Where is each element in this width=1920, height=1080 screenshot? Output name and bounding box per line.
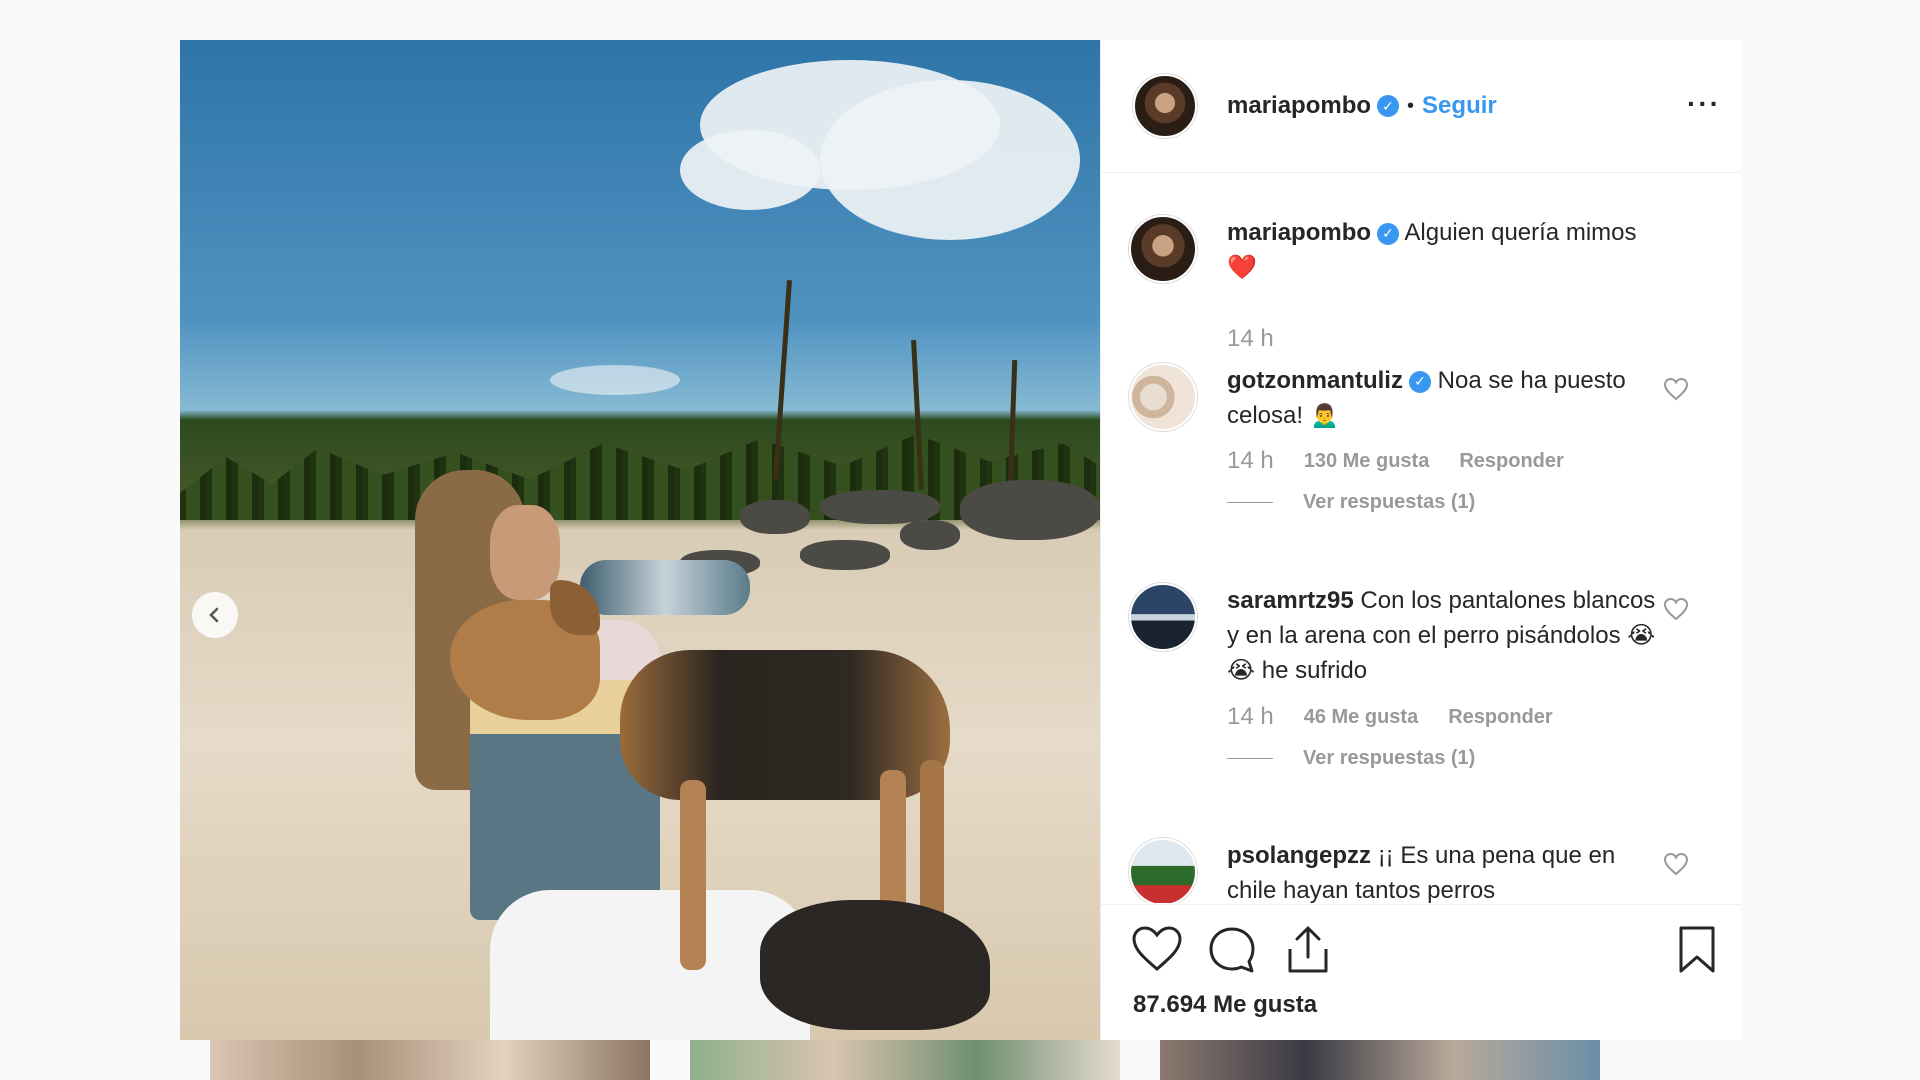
comment-body: gotzonmantuliz ✓ Noa se ha puesto celosa!… [1227, 363, 1657, 433]
person-face [490, 505, 560, 600]
header-username[interactable]: mariapombo [1227, 92, 1371, 120]
verified-badge-icon: ✓ [1377, 95, 1400, 117]
view-replies-label: Ver respuestas (1) [1303, 747, 1476, 769]
view-replies-label: Ver respuestas (1) [1303, 491, 1476, 513]
rock [900, 520, 960, 550]
caption-meta: 14 h [1227, 325, 1274, 353]
comment-body: saramrtz95 Con los pantalones blancos y … [1227, 583, 1657, 688]
caption-username[interactable]: mariapombo [1227, 219, 1371, 246]
caption-text: Alguien quería mimos [1404, 219, 1637, 246]
post-photo[interactable] [180, 40, 1100, 1040]
cloud [820, 80, 1080, 240]
view-replies-button[interactable]: Ver respuestas (1) [1227, 491, 1475, 514]
related-post-thumbnail[interactable] [690, 1040, 1120, 1080]
dog-leg [680, 780, 706, 970]
post-panel: mariapombo ✓ • Seguir ··· mariapombo ✓ Al… [1100, 40, 1741, 1040]
likes-count[interactable]: 87.694 Me gusta [1133, 991, 1317, 1019]
avatar[interactable] [1133, 74, 1197, 138]
comments-list[interactable]: mariapombo ✓ Alguien quería mimos ❤️ 14 h… [1101, 173, 1741, 903]
cloud [680, 130, 820, 210]
like-comment-heart-icon[interactable] [1663, 852, 1689, 876]
bookmark-icon[interactable] [1677, 925, 1717, 975]
chevron-left-icon [209, 607, 219, 623]
share-icon[interactable] [1285, 925, 1331, 975]
jacket-on-sand [760, 900, 990, 1030]
avatar[interactable] [1129, 215, 1197, 283]
like-comment-heart-icon[interactable] [1663, 377, 1689, 401]
follow-button[interactable]: Seguir [1422, 92, 1497, 120]
caption-time[interactable]: 14 h [1227, 325, 1274, 353]
comment-icon[interactable] [1207, 925, 1257, 975]
comment-time[interactable]: 14 h [1227, 447, 1274, 475]
prev-image-button[interactable] [192, 592, 238, 638]
comment-username[interactable]: saramrtz95 [1227, 587, 1354, 614]
person-sleeve [580, 560, 750, 615]
cloud [550, 365, 680, 395]
comment-username[interactable]: gotzonmantuliz [1227, 367, 1403, 394]
comment-username[interactable]: psolangepzz [1227, 842, 1371, 869]
post-actions: 87.694 Me gusta [1101, 904, 1741, 1041]
reply-button[interactable]: Responder [1448, 706, 1552, 729]
divider [1227, 758, 1273, 759]
caption-body: mariapombo ✓ Alguien quería mimos ❤️ [1227, 215, 1657, 285]
comment-meta: 14 h 46 Me gusta Responder [1227, 703, 1553, 731]
heart-icon[interactable] [1131, 925, 1183, 973]
rock [960, 480, 1100, 540]
avatar[interactable] [1129, 838, 1197, 903]
post-header: mariapombo ✓ • Seguir ··· [1101, 40, 1741, 173]
rock [740, 500, 810, 534]
related-post-thumbnail[interactable] [210, 1040, 650, 1080]
separator-dot: • [1407, 94, 1415, 117]
avatar[interactable] [1129, 363, 1197, 431]
divider [1227, 502, 1273, 503]
like-comment-heart-icon[interactable] [1663, 597, 1689, 621]
verified-badge-icon: ✓ [1377, 222, 1400, 245]
comment-time[interactable]: 14 h [1227, 703, 1274, 731]
heart-emoji: ❤️ [1227, 254, 1257, 281]
comment-text-after: he sufrido [1261, 657, 1368, 684]
more-options-button[interactable]: ··· [1687, 88, 1721, 120]
rock [800, 540, 890, 570]
comment-likes[interactable]: 130 Me gusta [1304, 450, 1430, 473]
comment-likes[interactable]: 46 Me gusta [1304, 706, 1418, 729]
comment-emoji: 🙍‍♂️ [1309, 402, 1340, 429]
comment-meta: 14 h 130 Me gusta Responder [1227, 447, 1564, 475]
related-post-thumbnail[interactable] [1160, 1040, 1600, 1080]
rock [820, 490, 940, 524]
view-replies-button[interactable]: Ver respuestas (1) [1227, 747, 1475, 770]
comment-body: psolangepzz ¡¡ Es una pena que en chile … [1227, 838, 1657, 903]
verified-badge-icon: ✓ [1408, 370, 1431, 393]
reply-button[interactable]: Responder [1459, 450, 1563, 473]
avatar[interactable] [1129, 583, 1197, 651]
